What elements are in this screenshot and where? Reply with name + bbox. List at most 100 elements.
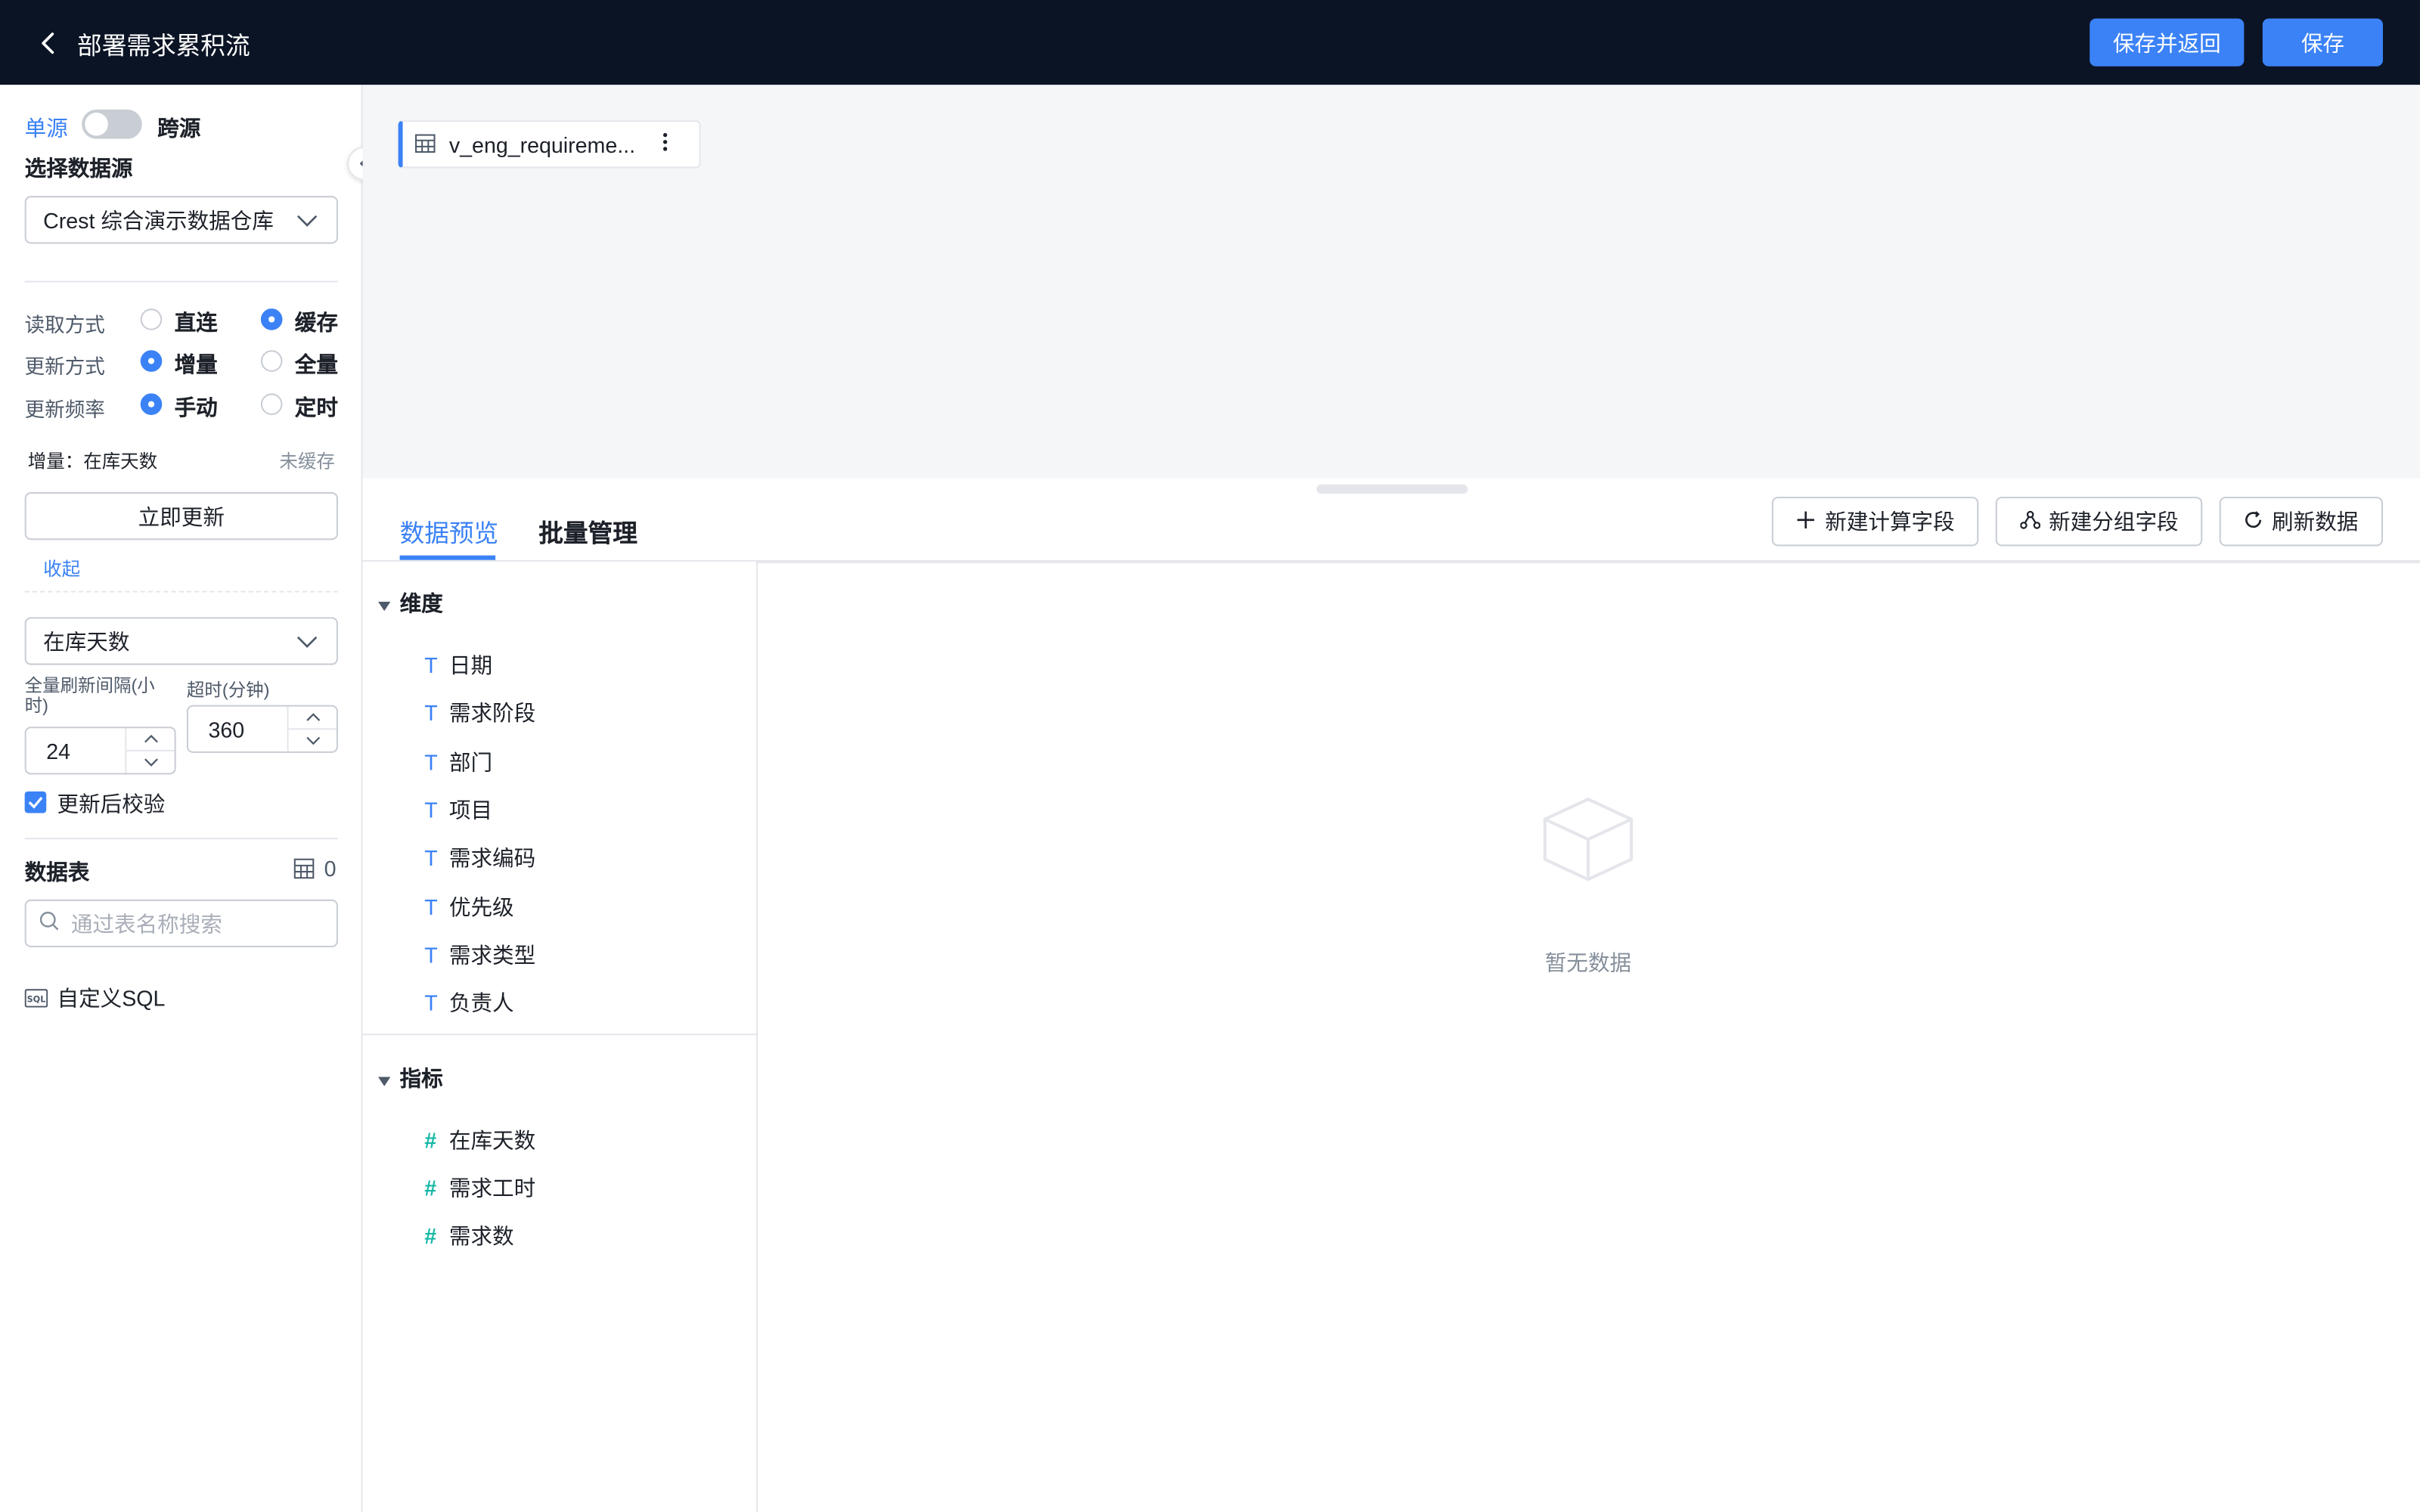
radio-freq-manual[interactable] xyxy=(140,393,163,415)
timeout-label: 超时(分钟) xyxy=(186,682,270,701)
datasource-config-panel: 单源 跨源 选择数据源 Crest 综合演示数据仓库 读取方式 直连 缓存 更新… xyxy=(0,85,363,1512)
field-label: 负责人 xyxy=(448,990,514,1015)
custom-sql-link[interactable]: 自定义SQL xyxy=(57,983,166,1014)
read-direct-label: 直连 xyxy=(174,310,218,335)
dimension-field-stage[interactable]: T 需求阶段 xyxy=(424,697,535,728)
dimension-field-priority[interactable]: T 优先级 xyxy=(424,892,513,923)
new-group-field-label: 新建分组字段 xyxy=(2049,509,2179,534)
timeout-input[interactable]: 360 xyxy=(186,705,338,753)
back-arrow-icon[interactable] xyxy=(34,29,62,57)
text-type-icon: T xyxy=(424,990,438,1015)
text-type-icon: T xyxy=(424,942,438,968)
field-label: 部门 xyxy=(448,749,493,775)
field-label: 需求类型 xyxy=(448,942,536,968)
verify-after-update-checkbox[interactable] xyxy=(24,791,47,813)
field-label: 项目 xyxy=(448,798,493,823)
tables-heading: 数据表 xyxy=(24,859,90,885)
field-label: 在库天数 xyxy=(448,1127,536,1153)
dimensions-group-header[interactable]: 维度 xyxy=(377,588,443,619)
chevron-down-icon xyxy=(296,210,318,237)
update-incremental-label: 增量 xyxy=(174,352,218,376)
refresh-icon xyxy=(2244,509,2262,534)
table-search-input[interactable]: 通过表名称搜索 xyxy=(24,899,338,948)
measures-group-header[interactable]: 指标 xyxy=(377,1063,443,1094)
datasource-select[interactable]: Crest 综合演示数据仓库 xyxy=(24,196,338,244)
field-label: 需求数 xyxy=(448,1223,514,1249)
full-refresh-interval-value: 24 xyxy=(46,738,71,764)
new-calc-field-button[interactable]: 新建计算字段 xyxy=(1771,497,1979,547)
plus-icon xyxy=(1795,509,1813,534)
update-now-button[interactable]: 立即更新 xyxy=(24,492,338,541)
table-grid-icon xyxy=(293,858,315,885)
measure-field-hours[interactable]: # 需求工时 xyxy=(424,1173,535,1204)
radio-read-cache[interactable] xyxy=(260,308,283,330)
datasource-heading: 选择数据源 xyxy=(24,156,133,181)
divider xyxy=(24,838,338,840)
measures-heading: 指标 xyxy=(399,1066,443,1091)
tab-data-preview[interactable]: 数据预览 xyxy=(400,513,499,550)
resize-handle[interactable] xyxy=(1316,484,1468,494)
empty-box-icon xyxy=(1540,795,1637,888)
increment-button[interactable] xyxy=(126,728,175,751)
save-and-return-button[interactable]: 保存并返回 xyxy=(2090,18,2245,67)
sql-icon: SQL xyxy=(24,987,48,1012)
field-label: 优先级 xyxy=(448,894,514,920)
dimension-field-type[interactable]: T 需求类型 xyxy=(424,940,535,971)
text-type-icon: T xyxy=(424,894,438,920)
source-mode-toggle[interactable] xyxy=(82,109,142,139)
update-freq-label: 更新频率 xyxy=(24,398,105,422)
radio-update-incremental[interactable] xyxy=(140,350,163,372)
text-type-icon: T xyxy=(424,749,438,775)
new-group-field-button[interactable]: 新建分组字段 xyxy=(1995,497,2203,547)
stepper xyxy=(287,706,337,751)
tab-batch-manage[interactable]: 批量管理 xyxy=(538,513,638,550)
text-type-icon: T xyxy=(424,652,438,677)
table-canvas[interactable]: v_eng_requireme... xyxy=(362,85,2420,479)
incremental-field-select[interactable]: 在库天数 xyxy=(24,617,338,665)
caret-down-icon xyxy=(377,1066,391,1091)
table-node[interactable]: v_eng_requireme... xyxy=(398,120,701,169)
search-icon xyxy=(39,910,60,937)
refresh-data-button[interactable]: 刷新数据 xyxy=(2219,497,2383,547)
search-placeholder: 通过表名称搜索 xyxy=(70,911,222,936)
radio-update-full[interactable] xyxy=(260,350,283,372)
freq-manual-label: 手动 xyxy=(174,395,218,420)
full-refresh-interval-input[interactable]: 24 xyxy=(24,727,176,775)
dimension-field-owner[interactable]: T 负责人 xyxy=(424,987,513,1018)
field-label: 日期 xyxy=(448,652,493,677)
measure-field-days-in-stock[interactable]: # 在库天数 xyxy=(424,1125,535,1156)
stepper xyxy=(125,728,175,773)
dimension-field-code[interactable]: T 需求编码 xyxy=(424,842,535,873)
single-source-label: 单源 xyxy=(24,116,68,141)
dimension-field-project[interactable]: T 项目 xyxy=(424,795,492,826)
read-cache-label: 缓存 xyxy=(294,310,338,335)
collapse-link[interactable]: 收起 xyxy=(43,556,80,582)
increment-button[interactable] xyxy=(288,707,337,730)
number-type-icon: # xyxy=(424,1176,437,1201)
dimension-field-date[interactable]: T 日期 xyxy=(424,649,492,680)
divider xyxy=(24,280,338,283)
table-icon xyxy=(414,132,436,156)
table-node-label: v_eng_requireme... xyxy=(448,132,636,157)
save-button[interactable]: 保存 xyxy=(2262,18,2383,67)
divider xyxy=(362,1033,756,1036)
tables-count: 0 xyxy=(324,856,337,881)
verify-after-update-label: 更新后校验 xyxy=(57,791,166,816)
cross-source-label: 跨源 xyxy=(157,116,201,141)
number-type-icon: # xyxy=(424,1223,437,1249)
decrement-button[interactable] xyxy=(126,751,174,773)
radio-read-direct[interactable] xyxy=(140,308,163,330)
new-calc-field-label: 新建计算字段 xyxy=(1825,509,1955,534)
field-label: 需求编码 xyxy=(448,845,536,871)
decrement-button[interactable] xyxy=(289,730,337,751)
field-label: 需求阶段 xyxy=(448,700,536,726)
radio-freq-scheduled[interactable] xyxy=(260,393,283,415)
more-vertical-icon[interactable] xyxy=(662,131,669,157)
measure-field-count[interactable]: # 需求数 xyxy=(424,1220,513,1251)
chevron-down-icon xyxy=(296,631,318,658)
data-preview-area xyxy=(758,561,2420,1512)
refresh-data-label: 刷新数据 xyxy=(2272,509,2359,534)
update-mode-label: 更新方式 xyxy=(24,355,105,378)
dimension-field-department[interactable]: T 部门 xyxy=(424,747,492,778)
group-icon xyxy=(2019,509,2040,534)
